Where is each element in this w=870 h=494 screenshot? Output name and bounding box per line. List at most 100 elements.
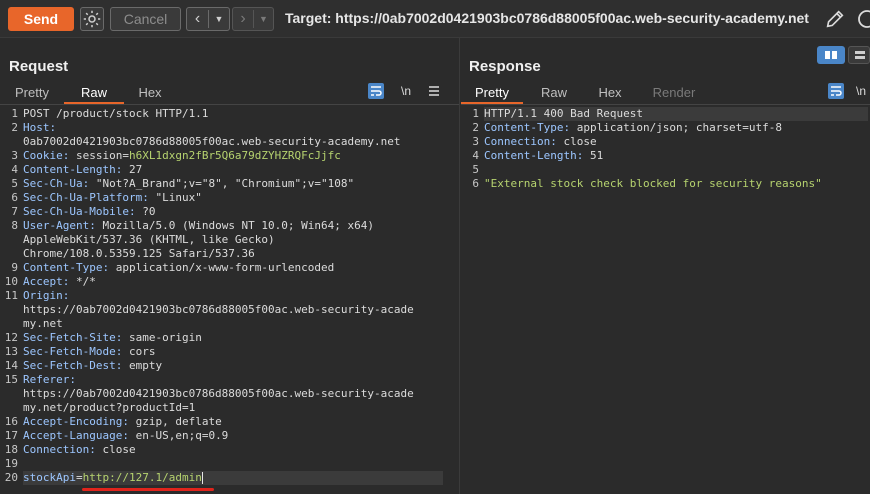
pencil-icon (826, 10, 844, 28)
line-number: 20 (4, 471, 18, 484)
code-token: Chrome/108.0.5359.125 Safari/537.36 (23, 247, 255, 260)
layout-stack-button[interactable] (848, 46, 870, 64)
response-wrap-toggle[interactable] (827, 82, 845, 100)
hamburger-menu-icon (429, 86, 439, 96)
send-button[interactable]: Send (8, 7, 74, 31)
editor-line: 12 Sec-Fetch-Site: same-origin (0, 331, 459, 345)
code-token: "Not?A_Brand";v="8", "Chromium";v="108" (95, 177, 355, 190)
code-token: application/json; charset=utf-8 (576, 121, 783, 134)
tab-response-hex[interactable]: Hex (585, 82, 635, 104)
line-number: 4 (11, 163, 18, 176)
line-number: 3 (472, 135, 479, 148)
editor-line: 19 (0, 457, 459, 471)
line-code: my.net/product?productId=1 (23, 401, 195, 415)
request-tabs: Pretty Raw Hex (0, 82, 459, 104)
line-number: 3 (11, 149, 18, 162)
line-number: 7 (11, 205, 18, 218)
editor-line: 3 Connection: close (461, 135, 870, 149)
line-number: 4 (472, 149, 479, 162)
code-token: Content-Length: (484, 149, 590, 162)
code-token: Accept-Encoding: (23, 415, 136, 428)
request-title: Request (9, 58, 69, 75)
code-token: cors (128, 345, 156, 358)
code-token: https://0ab7002d0421903bc0786d88005f00ac… (23, 303, 414, 316)
history-forward-button[interactable]: › ▼ (232, 7, 274, 31)
code-token: close (102, 443, 136, 456)
response-tab-divider (461, 104, 870, 105)
editor-line: 15 Referer: (0, 373, 459, 387)
line-code: Cookie: session=h6XL1dxgn2fBr5Q6a79dZYHZ… (23, 149, 341, 163)
response-tabs: Pretty Raw Hex Render (461, 82, 870, 104)
code-token: Accept-Language: (23, 429, 136, 442)
code-token: Accept: (23, 275, 76, 288)
dropdown-arrow-icon: ▼ (214, 14, 224, 24)
dropdown-arrow-icon: ▼ (259, 14, 268, 24)
code-token: my.net (23, 317, 63, 330)
editor-line: 10 Accept: */* (0, 275, 459, 289)
chevron-right-icon: › (233, 10, 254, 28)
line-code: Sec-Ch-Ua-Platform: "Linux" (23, 191, 202, 205)
code-token: Cookie: (23, 149, 76, 162)
request-newline-toggle[interactable]: \n (397, 82, 415, 100)
editor-line: 5 (461, 163, 870, 177)
line-code: Referer: (23, 373, 76, 387)
editor-line: 16 Accept-Encoding: gzip, deflate (0, 415, 459, 429)
code-token: Mozilla/5.0 (Windows NT 10.0; Win64; x64… (102, 219, 375, 232)
editor-line: 2 Host: (0, 121, 459, 135)
line-code: Sec-Fetch-Dest: empty (23, 359, 162, 373)
response-editor[interactable]: 1 HTTP/1.1 400 Bad Request 2 Content-Type: … (461, 107, 870, 494)
editor-line: 14 Sec-Fetch-Dest: empty (0, 359, 459, 373)
line-code: Content-Length: 27 (23, 163, 142, 177)
response-newline-toggle[interactable]: \n (856, 82, 870, 100)
code-token: en-US,en;q=0.9 (135, 429, 229, 442)
help-button[interactable] (856, 8, 870, 30)
line-number: 6 (11, 191, 18, 204)
line-number: 1 (472, 107, 479, 120)
line-code: Connection: close (23, 443, 136, 457)
gear-icon (83, 10, 101, 28)
code-token: stockApi (23, 471, 76, 484)
editor-line: 18 Connection: close (0, 443, 459, 457)
cancel-button[interactable]: Cancel (110, 7, 181, 31)
editor-line: my.net/product?productId=1 (0, 401, 459, 415)
code-token: Sec-Fetch-Site: (23, 331, 129, 344)
line-number: 8 (11, 219, 18, 232)
line-code: "External stock check blocked for securi… (484, 177, 822, 191)
line-number: 2 (11, 121, 18, 134)
settings-button[interactable] (80, 7, 104, 31)
word-wrap-icon (368, 83, 384, 99)
target-url: Target: https://0ab7002d0421903bc0786d88… (285, 10, 809, 26)
line-code: Sec-Ch-Ua-Mobile: ?0 (23, 205, 155, 219)
history-back-button[interactable]: ‹ ▼ (186, 7, 230, 31)
edit-target-button[interactable] (824, 8, 846, 30)
tab-request-raw[interactable]: Raw (64, 82, 124, 104)
request-menu-button[interactable] (425, 82, 443, 100)
editor-line: 8 User-Agent: Mozilla/5.0 (Windows NT 10.… (0, 219, 459, 233)
editor-line: 4 Content-Length: 51 (461, 149, 870, 163)
editor-line: 4 Content-Length: 27 (0, 163, 459, 177)
code-token: "Linux" (155, 191, 202, 204)
code-token: Sec-Fetch-Dest: (23, 359, 129, 372)
line-code: Host: (23, 121, 56, 135)
code-token: session (75, 149, 123, 162)
tab-response-raw[interactable]: Raw (523, 82, 585, 104)
tab-response-render[interactable]: Render (639, 82, 709, 104)
line-number: 9 (11, 261, 18, 274)
tab-response-pretty[interactable]: Pretty (461, 82, 523, 104)
tab-request-hex[interactable]: Hex (124, 82, 176, 104)
columns-icon (825, 51, 837, 59)
layout-split-button[interactable] (817, 46, 845, 64)
line-code: AppleWebKit/537.36 (KHTML, like Gecko) (23, 233, 275, 247)
request-editor[interactable]: 1 POST /product/stock HTTP/1.1 2 Host: 0ab70… (0, 107, 459, 494)
editor-line: 6 Sec-Ch-Ua-Platform: "Linux" (0, 191, 459, 205)
line-number: 15 (4, 373, 18, 386)
editor-line: 7 Sec-Ch-Ua-Mobile: ?0 (0, 205, 459, 219)
line-number: 5 (11, 177, 18, 190)
line-code: 0ab7002d0421903bc0786d88005f00ac.web-sec… (23, 135, 401, 149)
line-code: Content-Type: application/json; charset=… (484, 121, 782, 135)
line-number: 1 (11, 107, 18, 120)
tab-request-pretty[interactable]: Pretty (0, 82, 64, 104)
request-wrap-toggle[interactable] (367, 82, 385, 100)
line-code: Sec-Ch-Ua: "Not?A_Brand";v="8", "Chromiu… (23, 177, 354, 191)
line-number: 6 (472, 177, 479, 190)
